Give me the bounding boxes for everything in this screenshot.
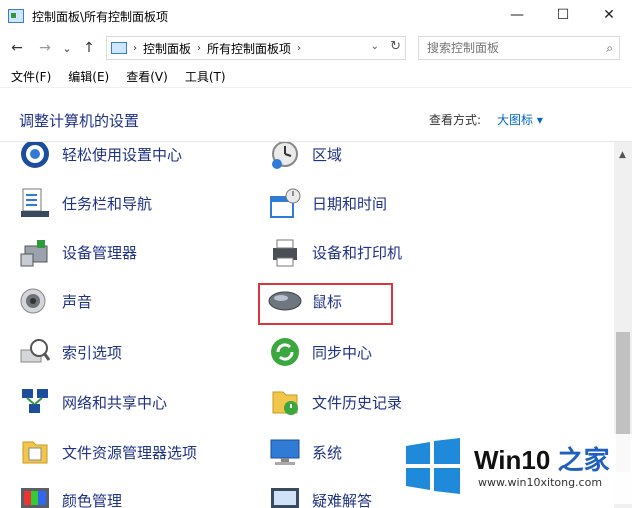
address-bar: ← → ⌄ ↑ › 控制面板 › 所有控制面板项 › ⌄ ↻ ⌕ xyxy=(0,32,632,64)
item-label: 设备和打印机 xyxy=(312,243,403,262)
window-title: 控制面板\所有控制面板项 xyxy=(32,9,169,24)
item-label: 文件历史记录 xyxy=(312,393,403,412)
item-file-history[interactable]: 文件历史记录 xyxy=(268,384,402,420)
mouse-highlight-box xyxy=(258,283,393,325)
crumb-separator: › xyxy=(133,42,137,54)
indexing-icon xyxy=(18,335,52,369)
view-by-label: 查看方式: xyxy=(429,113,482,127)
sync-icon xyxy=(268,335,302,369)
item-label: 区域 xyxy=(312,145,343,164)
item-label: 设备管理器 xyxy=(62,243,138,262)
item-troubleshooting[interactable]: 疑难解答 xyxy=(268,482,372,508)
forward-button[interactable]: → xyxy=(34,37,56,59)
item-date-time[interactable]: 日期和时间 xyxy=(268,185,387,221)
watermark-brand: Win10 之家 xyxy=(474,445,610,475)
search-input[interactable] xyxy=(427,41,597,55)
watermark-site: www.win10xitong.com xyxy=(478,476,603,489)
item-folder-options[interactable]: 文件资源管理器选项 xyxy=(18,434,197,470)
maximize-button[interactable]: ☐ xyxy=(540,0,586,30)
item-label: 轻松使用设置中心 xyxy=(62,145,183,164)
menu-edit[interactable]: 编辑(E) xyxy=(68,68,109,85)
printer-icon xyxy=(268,235,302,269)
crumb-separator[interactable]: › xyxy=(297,43,301,54)
region-clock-icon xyxy=(268,142,302,171)
item-taskbar[interactable]: 任务栏和导航 xyxy=(18,185,152,221)
view-by-dropdown[interactable]: 大图标 ▾ xyxy=(497,111,543,128)
window-controls: — ☐ ✕ xyxy=(494,0,632,30)
close-button[interactable]: ✕ xyxy=(586,0,632,30)
item-label: 系统 xyxy=(312,443,343,462)
item-label: 声音 xyxy=(62,292,93,311)
control-panel-icon xyxy=(111,42,127,54)
search-icon[interactable]: ⌕ xyxy=(606,41,613,56)
minimize-button[interactable]: — xyxy=(494,0,540,30)
recent-locations-button[interactable]: ⌄ xyxy=(56,37,78,59)
item-device-manager[interactable]: 设备管理器 xyxy=(18,234,137,270)
troubleshooting-icon xyxy=(268,483,302,508)
content-header: 调整计算机的设置 查看方式: 大图标 ▾ xyxy=(0,98,632,142)
menu-bar: 文件(F) 编辑(E) 查看(V) 工具(T) xyxy=(0,66,632,88)
menu-view[interactable]: 查看(V) xyxy=(126,68,168,85)
breadcrumb-control-panel[interactable]: 控制面板 xyxy=(143,40,191,57)
ease-of-access-icon xyxy=(18,142,52,171)
taskbar-icon xyxy=(18,186,52,220)
item-sync-center[interactable]: 同步中心 xyxy=(268,334,372,370)
control-panel-icon xyxy=(8,9,24,23)
crumb-separator[interactable]: › xyxy=(197,43,201,54)
page-title: 调整计算机的设置 xyxy=(19,112,140,130)
back-button[interactable]: ← xyxy=(6,37,28,59)
item-region[interactable]: 区域 xyxy=(268,142,342,172)
item-sound[interactable]: 声音 xyxy=(18,283,92,319)
speaker-icon xyxy=(18,284,52,318)
item-color-management[interactable]: 颜色管理 xyxy=(18,482,122,508)
file-history-icon xyxy=(268,385,302,419)
address-field[interactable]: › 控制面板 › 所有控制面板项 › ⌄ ↻ xyxy=(106,36,406,60)
item-label: 疑难解答 xyxy=(312,491,373,508)
item-label: 同步中心 xyxy=(312,343,373,362)
folder-options-icon xyxy=(18,435,52,469)
menu-file[interactable]: 文件(F) xyxy=(11,68,51,85)
breadcrumb-all-items[interactable]: 所有控制面板项 xyxy=(207,40,291,57)
item-label: 网络和共享中心 xyxy=(62,393,168,412)
network-icon xyxy=(18,385,52,419)
device-manager-icon xyxy=(18,235,52,269)
item-label: 日期和时间 xyxy=(312,194,388,213)
system-icon xyxy=(268,435,302,469)
item-ease-of-access[interactable]: 轻松使用设置中心 xyxy=(18,142,182,172)
item-label: 任务栏和导航 xyxy=(62,194,153,213)
item-label: 颜色管理 xyxy=(62,491,123,508)
item-network[interactable]: 网络和共享中心 xyxy=(18,384,167,420)
refresh-icon[interactable]: ↻ xyxy=(390,39,401,54)
up-button[interactable]: ↑ xyxy=(78,37,100,59)
item-label: 文件资源管理器选项 xyxy=(62,443,198,462)
item-indexing[interactable]: 索引选项 xyxy=(18,334,122,370)
chevron-down-icon[interactable]: ⌄ xyxy=(371,41,379,52)
item-label: 索引选项 xyxy=(62,343,123,362)
color-management-icon xyxy=(18,483,52,508)
windows-logo-icon xyxy=(406,438,460,494)
search-box[interactable]: ⌕ xyxy=(418,36,620,60)
item-devices-printers[interactable]: 设备和打印机 xyxy=(268,234,402,270)
watermark: Win10 之家 www.win10xitong.com xyxy=(398,434,632,504)
title-bar: 控制面板\所有控制面板项 — ☐ ✕ xyxy=(0,0,632,32)
scroll-up-icon[interactable]: ▲ xyxy=(619,150,626,160)
item-system[interactable]: 系统 xyxy=(268,434,342,470)
date-time-icon xyxy=(268,186,302,220)
menu-tools[interactable]: 工具(T) xyxy=(185,68,226,85)
